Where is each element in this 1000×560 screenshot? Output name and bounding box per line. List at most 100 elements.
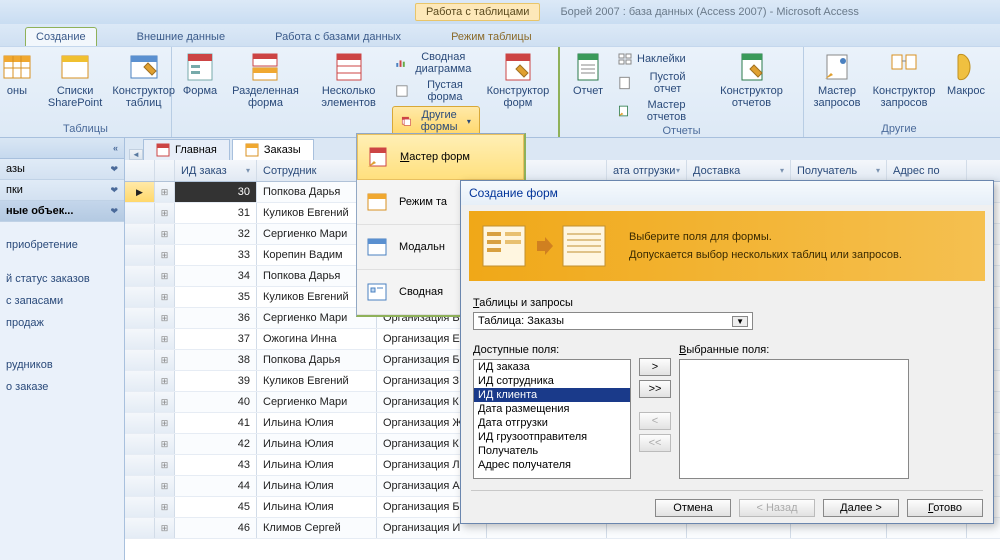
next-button[interactable]: Далее > [823, 499, 899, 517]
add-all-button[interactable]: >> [639, 380, 671, 398]
cell-employee[interactable]: Ильина Юлия [257, 434, 377, 454]
list-item[interactable]: Дата отгрузки [474, 416, 630, 430]
expand-toggle[interactable]: ⊞ [155, 413, 175, 433]
expand-toggle[interactable]: ⊞ [155, 455, 175, 475]
col-shipped[interactable]: ата отгрузки▾ [607, 160, 687, 181]
labels-button[interactable]: Наклейки [614, 50, 689, 68]
table-templates-button[interactable]: оны [0, 49, 41, 99]
expand-toggle[interactable]: ⊞ [155, 266, 175, 286]
row-marker[interactable] [125, 308, 155, 328]
split-form-button[interactable]: Разделенная форма [226, 49, 305, 111]
available-fields-list[interactable]: ИД заказаИД сотрудникаИД клиентаДата раз… [473, 359, 631, 479]
tab-database-tools[interactable]: Работа с базами данных [265, 28, 411, 46]
cell-employee[interactable]: Куликов Евгений [257, 371, 377, 391]
cell-employee[interactable]: Ильина Юлия [257, 413, 377, 433]
cell-employee[interactable]: Сергиенко Мари [257, 392, 377, 412]
pivot-chart-button[interactable]: Сводная диаграмма [392, 50, 480, 76]
cell-id[interactable]: 36 [175, 308, 257, 328]
row-selector-header[interactable] [125, 160, 155, 181]
list-item[interactable]: Адрес получателя [474, 458, 630, 472]
expand-toggle[interactable]: ⊞ [155, 245, 175, 265]
row-marker[interactable] [125, 518, 155, 538]
row-marker[interactable] [125, 203, 155, 223]
expand-toggle[interactable]: ⊞ [155, 308, 175, 328]
query-wizard-button[interactable]: Мастер запросов [808, 49, 866, 111]
tab-create[interactable]: Создание [25, 27, 97, 46]
cell-id[interactable]: 33 [175, 245, 257, 265]
doc-tab-home[interactable]: Главная [143, 139, 230, 160]
query-designer-button[interactable]: Конструктор запросов [868, 49, 940, 111]
nav-group-objects[interactable]: ные объек...❤ [0, 201, 124, 222]
cell-employee[interactable]: Ильина Юлия [257, 476, 377, 496]
nav-header[interactable]: « [0, 138, 124, 159]
col-delivery[interactable]: Доставка▾ [687, 160, 791, 181]
cell-id[interactable]: 38 [175, 350, 257, 370]
selected-fields-list[interactable] [679, 359, 909, 479]
cell-id[interactable]: 39 [175, 371, 257, 391]
nav-item-sales[interactable]: продаж [0, 312, 124, 334]
list-item[interactable]: Получатель [474, 444, 630, 458]
list-item[interactable]: ИД клиента [474, 388, 630, 402]
cell-id[interactable]: 41 [175, 413, 257, 433]
cell-employee[interactable]: Ильина Юлия [257, 455, 377, 475]
list-item[interactable]: ИД грузоотправителя [474, 430, 630, 444]
row-marker[interactable] [125, 329, 155, 349]
cell-id[interactable]: 46 [175, 518, 257, 538]
row-marker[interactable] [125, 245, 155, 265]
form-designer-button[interactable]: Конструктор форм [482, 49, 554, 111]
expand-toggle[interactable]: ⊞ [155, 392, 175, 412]
sharepoint-lists-button[interactable]: Списки SharePoint [43, 49, 107, 111]
cancel-button[interactable]: Отмена [655, 499, 731, 517]
expand-toggle[interactable]: ⊞ [155, 497, 175, 517]
row-marker[interactable] [125, 455, 155, 475]
cell-id[interactable]: 34 [175, 266, 257, 286]
tab-table-mode[interactable]: Режим таблицы [441, 28, 542, 46]
report-button[interactable]: Отчет [564, 49, 612, 99]
cell-employee[interactable]: Климов Сергей [257, 518, 377, 538]
list-item[interactable]: ИД заказа [474, 360, 630, 374]
cell-id[interactable]: 32 [175, 224, 257, 244]
row-marker[interactable] [125, 497, 155, 517]
form-wizard-item[interactable]: ММастер формастер форм [357, 134, 524, 180]
report-designer-button[interactable]: Конструктор отчетов [704, 49, 799, 111]
cell-employee[interactable]: Ожогина Инна [257, 329, 377, 349]
cell-id[interactable]: 30 [175, 182, 257, 202]
table-designer-button[interactable]: Конструктор таблиц [109, 49, 178, 111]
nav-item-stock[interactable]: с запасами [0, 290, 124, 312]
list-item[interactable]: Дата размещения [474, 402, 630, 416]
expand-toggle[interactable]: ⊞ [155, 518, 175, 538]
row-marker[interactable] [125, 392, 155, 412]
tab-scroll-left[interactable]: ◄ [129, 149, 143, 160]
report-wizard-button[interactable]: Мастер отчетов [614, 98, 702, 124]
nav-group-buttons[interactable]: пки❤ [0, 180, 124, 201]
row-marker[interactable]: ▶ [125, 182, 155, 202]
cell-id[interactable]: 45 [175, 497, 257, 517]
finish-button[interactable]: Готово [907, 499, 983, 517]
expand-toggle[interactable]: ⊞ [155, 287, 175, 307]
form-button[interactable]: Форма [176, 49, 224, 99]
cell-id[interactable]: 43 [175, 455, 257, 475]
add-field-button[interactable]: > [639, 358, 671, 376]
col-id[interactable]: ИД заказ▾ [175, 160, 257, 181]
expand-toggle[interactable]: ⊞ [155, 203, 175, 223]
macro-button[interactable]: Макрос [942, 49, 990, 99]
multiple-items-button[interactable]: Несколько элементов [307, 49, 390, 111]
row-marker[interactable] [125, 287, 155, 307]
row-marker[interactable] [125, 413, 155, 433]
cell-employee[interactable]: Попкова Дарья [257, 350, 377, 370]
row-marker[interactable] [125, 371, 155, 391]
cell-id[interactable]: 35 [175, 287, 257, 307]
nav-item-about-order[interactable]: о заказе [0, 376, 124, 398]
nav-item-employees[interactable]: рудников [0, 354, 124, 376]
row-marker[interactable] [125, 224, 155, 244]
tables-combo[interactable]: Таблица: Заказы ▼ [473, 312, 753, 330]
expand-toggle[interactable]: ⊞ [155, 371, 175, 391]
expand-toggle[interactable]: ⊞ [155, 350, 175, 370]
cell-id[interactable]: 40 [175, 392, 257, 412]
cell-id[interactable]: 44 [175, 476, 257, 496]
expand-toggle[interactable]: ⊞ [155, 224, 175, 244]
blank-form-button[interactable]: Пустая форма [392, 78, 480, 104]
nav-group-orders[interactable]: азы❤ [0, 159, 124, 180]
row-marker[interactable] [125, 434, 155, 454]
expand-toggle[interactable]: ⊞ [155, 329, 175, 349]
